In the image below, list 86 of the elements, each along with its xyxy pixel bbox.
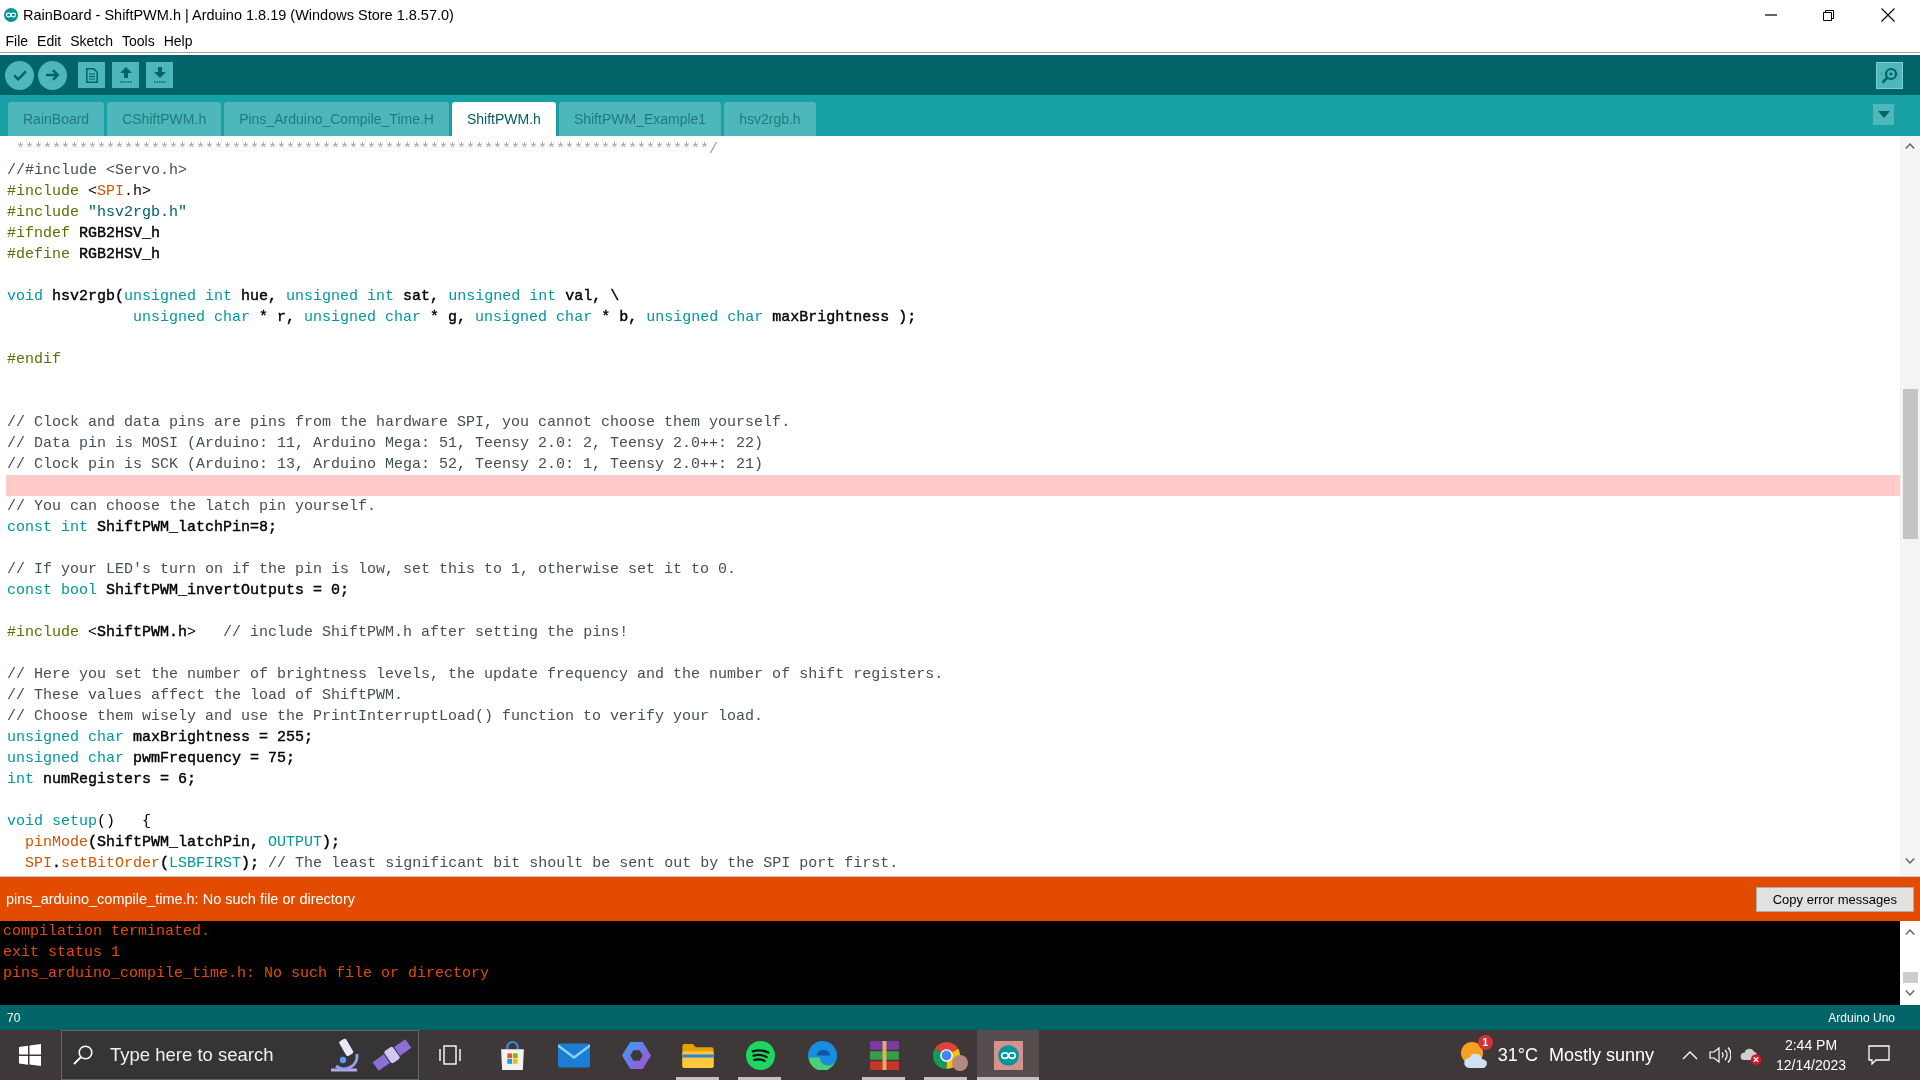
window-stack-icon[interactable] bbox=[439, 1045, 461, 1065]
new-button[interactable] bbox=[78, 62, 105, 88]
clock-time[interactable]: 2:44 PM bbox=[1784, 1035, 1838, 1055]
close-icon[interactable] bbox=[1881, 8, 1895, 22]
clock-date[interactable]: 12/14/2023 bbox=[1775, 1055, 1847, 1075]
code-line: unsigned char * r, unsigned char * g, unsigned char * b, unsigned char maxBrightness ); bbox=[132, 309, 917, 326]
code-line: #include <SPI.h> bbox=[7, 183, 152, 200]
error-message: pins_arduino_compile_time.h: No such file or directory bbox=[6, 891, 355, 907]
verify-button[interactable] bbox=[5, 60, 34, 90]
code-line: int numRegisters = 6; bbox=[7, 771, 197, 788]
code-line: // These values affect the load of ShiftPWM. bbox=[7, 687, 404, 704]
speech-bubble-icon[interactable] bbox=[1868, 1045, 1890, 1065]
code-line: const int ShiftPWM_latchPin=8; bbox=[7, 519, 278, 536]
code-line: // If your LED's turn on if the pin is low, set this to 1, otherwise set it to 0. bbox=[7, 561, 737, 578]
console-line: compilation terminated. bbox=[3, 922, 211, 942]
line-number: 70 bbox=[7, 1010, 21, 1025]
code-line: SPI.setBitOrder(LSBFIRST); // The least significant bit shoult be sent out by the SPI port first. bbox=[24, 855, 899, 872]
code-line: #ifndef RGB2HSV_h bbox=[7, 225, 161, 242]
taskbar-button[interactable] bbox=[977, 1030, 1039, 1080]
speaker-icon[interactable] bbox=[1709, 1046, 1731, 1064]
four-panes-icon[interactable] bbox=[19, 1044, 41, 1066]
tab[interactable]: ShiftPWM.h bbox=[451, 102, 556, 136]
satellite-icon[interactable] bbox=[371, 1036, 413, 1074]
code-line: // Clock pin is SCK (Arduino: 13, Arduino Mega: 52, Teensy 2.0: 1, Teensy 2.0++: 21) bbox=[7, 456, 764, 473]
code-line: // Choose them wisely and use the PrintInterruptLoad() function to verify your load. bbox=[7, 708, 764, 725]
code-line: // Here you set the number of brightness levels, the update frequency and the number of shift registers. bbox=[7, 666, 944, 683]
board-name: Arduino Uno bbox=[1828, 1010, 1895, 1025]
window-title: RainBoard - ShiftPWM.h | Arduino 1.8.19 (Windows Store 1.8.57.0) bbox=[23, 7, 454, 23]
scrollbar[interactable] bbox=[1900, 921, 1920, 1005]
menu-item[interactable]: Sketch bbox=[65, 33, 118, 49]
code-line: #include <ShiftPWM.h> // include ShiftPWM.h after setting the pins! bbox=[7, 624, 629, 641]
code-line: unsigned char maxBrightness = 255; bbox=[7, 729, 314, 746]
code-line: #endif bbox=[7, 351, 61, 368]
code-line: void hsv2rgb(unsigned int hue, unsigned int sat, unsigned int val, \ bbox=[7, 288, 620, 305]
scrollbar[interactable] bbox=[1900, 136, 1920, 876]
menu-item[interactable]: Tools bbox=[117, 33, 160, 49]
menu-item[interactable]: File bbox=[1, 33, 33, 49]
up-arrow-icon bbox=[118, 67, 133, 83]
document-icon bbox=[85, 67, 98, 83]
down-arrow-icon bbox=[152, 67, 167, 83]
search-field[interactable]: Type here to search bbox=[110, 1044, 276, 1066]
save-button[interactable] bbox=[146, 62, 173, 88]
serial-monitor-button[interactable] bbox=[1876, 61, 1903, 89]
scrollbar-thumb[interactable] bbox=[1902, 972, 1918, 983]
code-line: // You can choose the latch pin yourself. bbox=[7, 498, 377, 515]
books-stack-icon bbox=[869, 1040, 899, 1070]
chevron-up-icon[interactable] bbox=[1905, 929, 1915, 935]
code-line: #include "hsv2rgb.h" bbox=[7, 204, 188, 221]
code-line: // Data pin is MOSI (Arduino: 11, Arduino Mega: 51, Teensy 2.0: 2, Teensy 2.0++: 22) bbox=[7, 435, 764, 452]
code-line: // Clock and data pins are pins from the hardware SPI, you cannot choose them yourself. bbox=[7, 414, 791, 431]
wave-circle-icon bbox=[807, 1040, 837, 1070]
code-line: void setup() { bbox=[7, 813, 152, 830]
sound-waves-icon bbox=[745, 1040, 775, 1070]
code-line: const bool ShiftPWM_invertOutputs = 0; bbox=[7, 582, 350, 599]
temperature[interactable]: 31°C bbox=[1497, 1044, 1538, 1066]
copy-errors-button[interactable]: Copy error messages bbox=[1755, 886, 1914, 912]
caret-icon bbox=[1877, 111, 1890, 118]
chevron-down-icon[interactable] bbox=[1905, 990, 1915, 996]
tab-menu-button[interactable] bbox=[1873, 104, 1894, 125]
menu-item[interactable]: Help bbox=[159, 33, 197, 49]
menu-item[interactable]: Edit bbox=[32, 33, 66, 49]
code-line: #define RGB2HSV_h bbox=[7, 246, 161, 263]
chevron-down-icon[interactable] bbox=[1905, 858, 1915, 864]
search-icon bbox=[73, 1045, 93, 1065]
console-line: pins_arduino_compile_time.h: No such file or directory bbox=[3, 964, 490, 984]
open-button[interactable] bbox=[112, 62, 139, 88]
infinity-logo-icon bbox=[4, 8, 18, 22]
code-line: //#include <Servo.h> bbox=[7, 162, 188, 179]
restore-icon[interactable] bbox=[1823, 9, 1834, 21]
console-line: exit status 1 bbox=[3, 943, 121, 963]
check-icon bbox=[12, 69, 27, 81]
hexagon-ring-icon bbox=[621, 1040, 651, 1070]
search-bar[interactable]: Type here to search bbox=[61, 1030, 419, 1080]
code-line: *****************************************************************************/ bbox=[15, 141, 719, 158]
code-line: pinMode(ShiftPWM_latchPin, OUTPUT); bbox=[24, 834, 341, 851]
magnifier-icon bbox=[1880, 66, 1899, 84]
scrollbar-thumb[interactable] bbox=[1902, 389, 1918, 539]
weather-condition[interactable]: Mostly sunny bbox=[1548, 1044, 1654, 1066]
chevron-up-icon[interactable] bbox=[1905, 143, 1915, 149]
avatar-icon bbox=[952, 1055, 968, 1071]
infinity-logo-icon bbox=[993, 1040, 1023, 1070]
envelope-icon bbox=[558, 1042, 590, 1068]
code-line: unsigned char pwmFrequency = 75; bbox=[7, 750, 296, 767]
folder-icon bbox=[682, 1042, 714, 1068]
upload-button[interactable] bbox=[38, 60, 67, 90]
right-arrow-icon bbox=[45, 69, 60, 81]
